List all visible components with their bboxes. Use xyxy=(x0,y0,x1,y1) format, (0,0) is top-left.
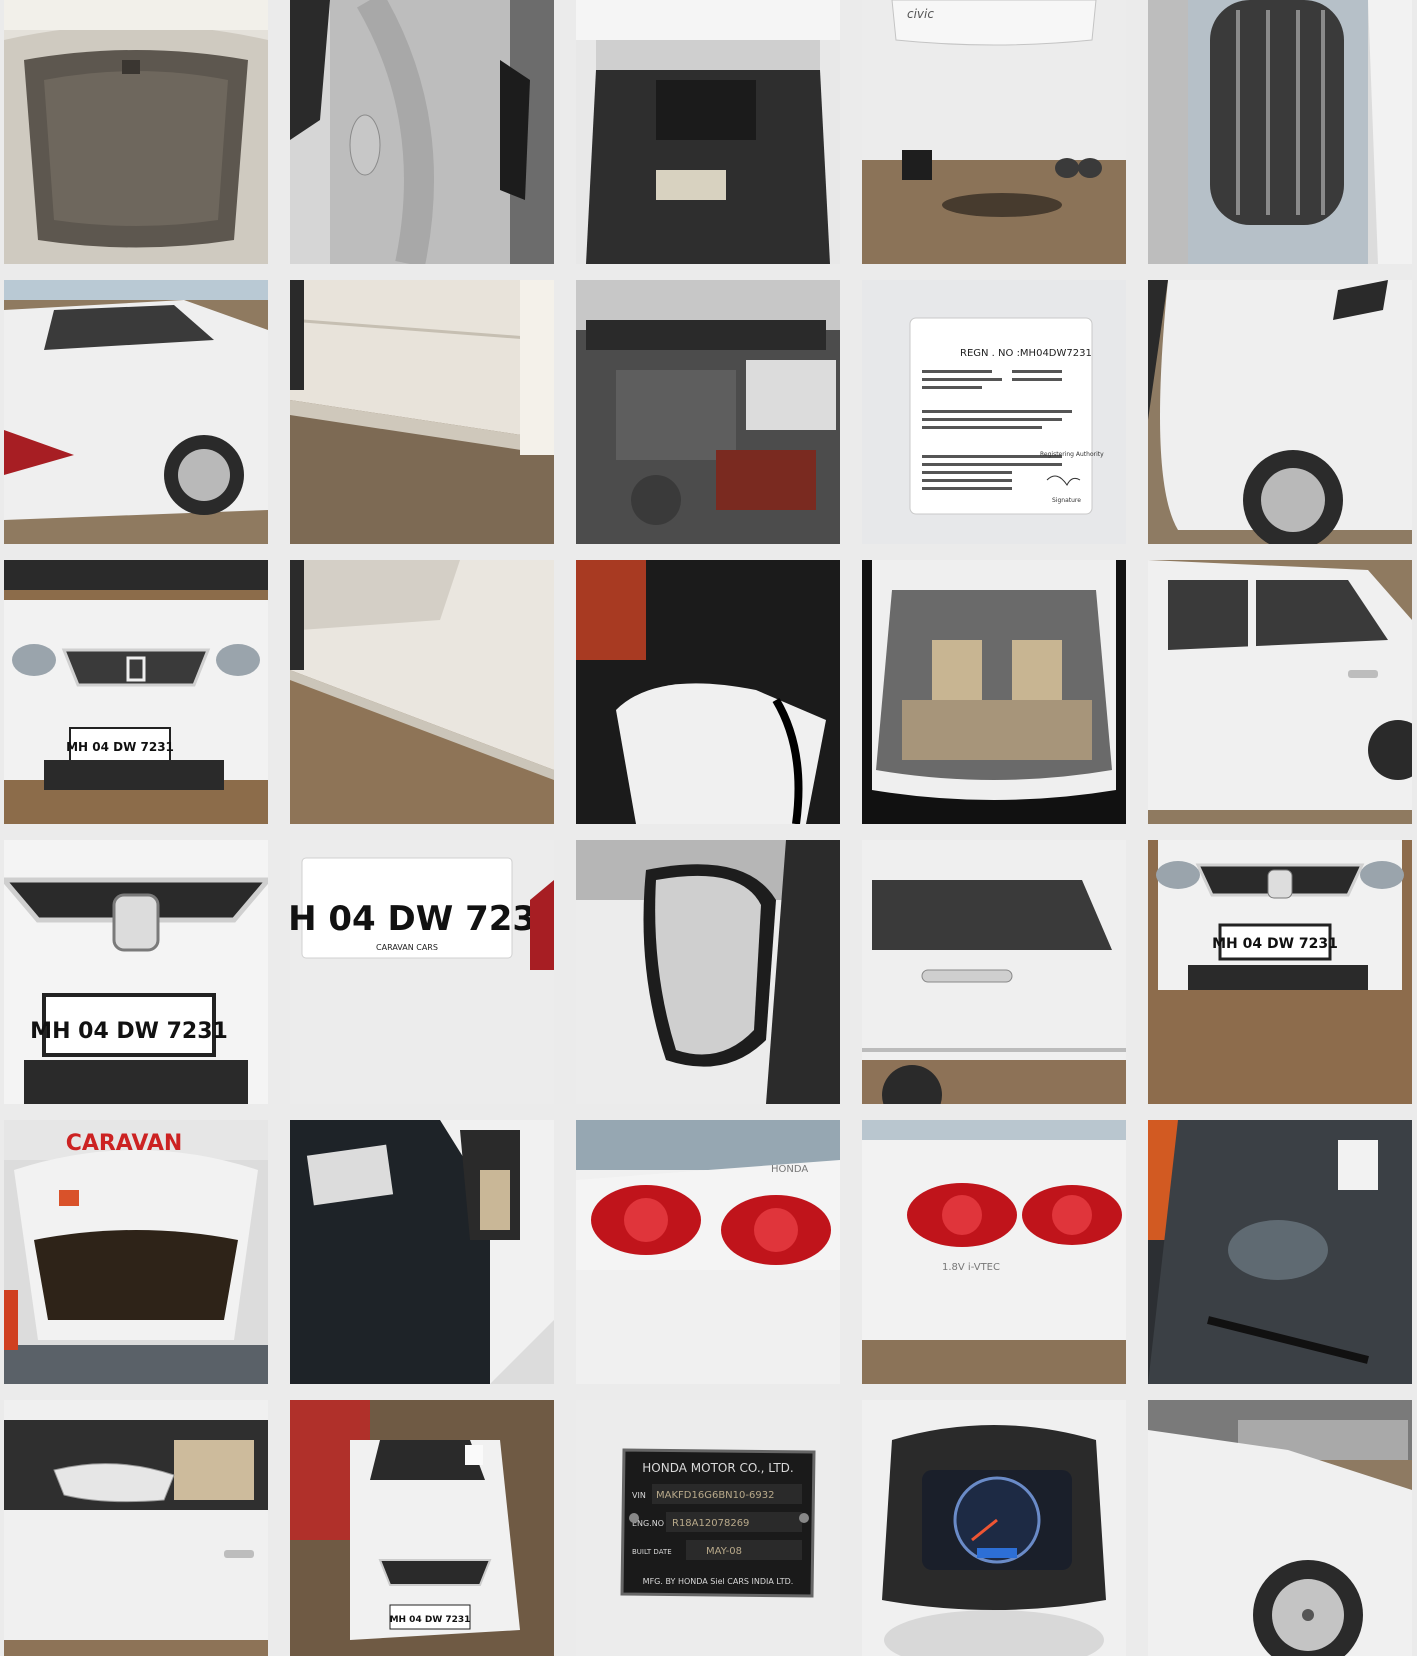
thumbnail-engine-bay[interactable] xyxy=(576,280,840,544)
windshield-wiper-image xyxy=(1148,1120,1412,1384)
tyre-image xyxy=(1148,0,1412,264)
boot-lid-image xyxy=(4,0,268,264)
photo-gallery-grid: civic REGN . NO:MH04DW7231 Registering … xyxy=(0,0,1417,1656)
thumbnail-rear-quarter[interactable] xyxy=(4,280,268,544)
front-three-quarter-image: MH 04 DW 7231 xyxy=(290,1400,554,1656)
thumbnail-rear-windshield[interactable] xyxy=(862,560,1126,824)
thumbnail-tail-lights-right[interactable]: 1.8V i-VTEC xyxy=(862,1120,1126,1384)
thumbnail-front-fender[interactable] xyxy=(1148,280,1412,544)
vin-plate-image: HONDA MOTOR CO., LTD. VIN MAKFD16G6BN10-… xyxy=(576,1400,840,1656)
vin-header: HONDA MOTOR CO., LTD. xyxy=(642,1461,793,1475)
thumbnail-front-view[interactable]: MH 04 DW 7231 xyxy=(4,560,268,824)
thumbnail-bonnet-open[interactable]: CARAVAN xyxy=(4,1120,268,1384)
thumbnail-tyre[interactable] xyxy=(1148,0,1412,264)
front-plate-text: MH 04 DW 7231 xyxy=(66,740,174,754)
thumbnail-rocker-panel[interactable] xyxy=(290,560,554,824)
built-label: BUILT DATE xyxy=(632,1548,672,1556)
thumbnail-instrument-cluster[interactable] xyxy=(862,1400,1126,1656)
thumbnail-tail-lights-left[interactable]: HONDA xyxy=(576,1120,840,1384)
door-shadow-image xyxy=(576,560,840,824)
thumbnail-registration-card[interactable]: REGN . NO :MH04DW7231 Registering Author… xyxy=(862,280,1126,544)
side-profile-image xyxy=(1148,560,1412,824)
windshield-interior-image xyxy=(290,1120,554,1384)
grille-closeup-image: MH 04 DW 7231 xyxy=(4,840,268,1104)
thumbnail-door-shadow[interactable] xyxy=(576,560,840,824)
front-fender-image xyxy=(1148,280,1412,544)
thumbnail-side-sill[interactable] xyxy=(290,280,554,544)
thumbnail-rear-bumper[interactable]: civic xyxy=(862,0,1126,264)
thumbnail-rear-door[interactable] xyxy=(290,0,554,264)
eng-value: R18A12078269 xyxy=(672,1518,749,1529)
three-quarter-plate-text: MH 04 DW 7231 xyxy=(390,1615,471,1625)
rc-title: REGN . NO :MH04DW7231 xyxy=(960,348,1092,359)
ivtec-badge: 1.8V i-VTEC xyxy=(942,1262,1000,1273)
boot-interior-image xyxy=(576,0,840,264)
rear-plate-caption: CARAVAN CARS xyxy=(376,943,438,952)
side-mirror-image xyxy=(576,840,840,1104)
vin-value: MAKFD16G6BN10-6932 xyxy=(656,1490,774,1501)
rc-signature-label: Signature xyxy=(1052,497,1081,504)
civic-badge: civic xyxy=(907,7,934,21)
thumbnail-vin-plate[interactable]: HONDA MOTOR CO., LTD. VIN MAKFD16G6BN10-… xyxy=(576,1400,840,1656)
side-sill-image xyxy=(290,280,554,544)
rear-wheel-arch-image xyxy=(1148,1400,1412,1656)
thumbnail-front-view-wide[interactable]: MH 04 DW 7231 xyxy=(1148,840,1412,1104)
honda-badge: HONDA xyxy=(771,1164,808,1175)
vin-footer: MFG. BY HONDA Siel CARS INDIA LTD. xyxy=(643,1577,794,1586)
rear-plate-text: MH 04 DW 7231 xyxy=(290,899,554,939)
thumbnail-rear-door-handle[interactable] xyxy=(862,840,1126,1104)
thumbnail-side-profile-mirror[interactable] xyxy=(4,1400,268,1656)
thumbnail-rear-plate[interactable]: MH 04 DW 7231 CARAVAN CARS xyxy=(290,840,554,1104)
grille-plate-text: MH 04 DW 7231 xyxy=(30,1019,228,1044)
rear-door-handle-image xyxy=(862,840,1126,1104)
rc-card-image: REGN . NO :MH04DW7231 Registering Author… xyxy=(862,280,1126,544)
thumbnail-windshield-wiper[interactable] xyxy=(1148,1120,1412,1384)
rear-windshield-image xyxy=(862,560,1126,824)
built-value: MAY-08 xyxy=(706,1546,742,1557)
side-profile-mirror-image xyxy=(4,1400,268,1656)
thumbnail-side-mirror[interactable] xyxy=(576,840,840,1104)
bonnet-open-image: CARAVAN xyxy=(4,1120,268,1384)
rear-plate-image: MH 04 DW 7231 CARAVAN CARS xyxy=(290,840,554,1104)
wide-plate-text: MH 04 DW 7231 xyxy=(1212,936,1338,952)
rear-door-image xyxy=(290,0,554,264)
instrument-cluster-image xyxy=(862,1400,1126,1656)
tail-lights-left-image: HONDA xyxy=(576,1120,840,1384)
tail-lights-right-image: 1.8V i-VTEC xyxy=(862,1120,1126,1384)
rear-bumper-image: civic xyxy=(862,0,1126,264)
front-view-image: MH 04 DW 7231 xyxy=(4,560,268,824)
rocker-panel-image xyxy=(290,560,554,824)
rc-authority: Registering Authority xyxy=(1040,451,1104,458)
front-view-wide-image: MH 04 DW 7231 xyxy=(1148,840,1412,1104)
thumbnail-boot-lid[interactable] xyxy=(4,0,268,264)
thumbnail-boot-interior[interactable] xyxy=(576,0,840,264)
engine-bay-image xyxy=(576,280,840,544)
thumbnail-rear-wheel-arch[interactable] xyxy=(1148,1400,1412,1656)
rear-quarter-image xyxy=(4,280,268,544)
thumbnail-windshield-interior[interactable] xyxy=(290,1120,554,1384)
thumbnail-front-three-quarter[interactable]: MH 04 DW 7231 xyxy=(290,1400,554,1656)
thumbnail-grille-closeup[interactable]: MH 04 DW 7231 xyxy=(4,840,268,1104)
thumbnail-side-profile[interactable] xyxy=(1148,560,1412,824)
vin-label: VIN xyxy=(632,1491,646,1500)
